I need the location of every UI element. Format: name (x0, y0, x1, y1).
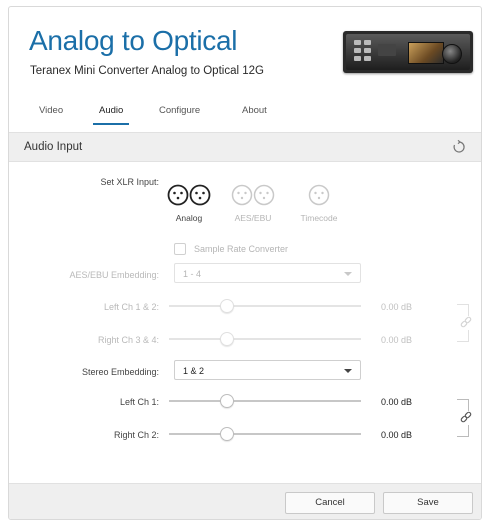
aes-left-channel-label: Left Ch 1 & 2: (103, 302, 159, 312)
save-button[interactable]: Save (383, 492, 473, 514)
single-xlr-icon (308, 184, 330, 206)
stereo-right-channel-value: 0.00 dB (381, 430, 413, 440)
stereo-left-channel-label: Left Ch 1: (119, 397, 159, 407)
slider-thumb[interactable] (219, 332, 234, 346)
sample-rate-converter-checkbox[interactable] (174, 243, 186, 255)
chevron-down-icon (344, 369, 352, 373)
aes-right-channel-slider[interactable] (169, 332, 361, 346)
xlr-input-label: Set XLR Input: (100, 177, 159, 187)
aes-left-channel-value: 0.00 dB (381, 302, 413, 312)
footer-bar: Cancel Save (9, 483, 481, 519)
xlr-option-label: Timecode (300, 213, 338, 223)
stereo-left-channel-slider[interactable] (169, 394, 361, 408)
page-title: Analog to Optical (29, 25, 238, 56)
tab-audio[interactable]: Audio (92, 105, 130, 127)
xlr-option-label: AES/EBU (234, 213, 272, 223)
xlr-option-analog[interactable]: Analog (159, 183, 219, 227)
slider-thumb[interactable] (219, 394, 234, 408)
chevron-down-icon (344, 272, 352, 276)
reset-icon[interactable] (451, 139, 467, 155)
slider-thumb[interactable] (219, 299, 234, 313)
section-title: Audio Input (24, 141, 83, 153)
device-name: Teranex Mini Converter Analog to Optical… (30, 65, 264, 77)
dual-xlr-icon (231, 184, 275, 206)
settings-window: Analog to Optical Teranex Mini Converter… (8, 6, 482, 520)
link-icon[interactable] (459, 316, 473, 330)
device-image (343, 31, 473, 73)
aes-left-channel-slider[interactable] (169, 299, 361, 313)
stereo-right-channel-label: Right Ch 2: (113, 430, 159, 440)
xlr-option-aes-ebu[interactable]: AES/EBU (223, 183, 283, 227)
tab-configure[interactable]: Configure (159, 105, 200, 127)
stereo-left-channel-value: 0.00 dB (381, 397, 413, 407)
xlr-option-label: Analog (175, 213, 203, 223)
aes-right-channel-value: 0.00 dB (381, 335, 413, 345)
aes-embedding-label: AES/EBU Embedding: (69, 270, 159, 280)
slider-track (169, 433, 361, 435)
cancel-button[interactable]: Cancel (285, 492, 375, 514)
aes-embedding-value: 1 - 4 (183, 269, 202, 279)
slider-track (169, 305, 361, 307)
stereo-embedding-label: Stereo Embedding: (81, 367, 159, 377)
aes-embedding-select[interactable]: 1 - 4 (174, 263, 361, 283)
stereo-embedding-select[interactable]: 1 & 2 (174, 360, 361, 380)
slider-thumb[interactable] (219, 427, 234, 441)
stereo-right-channel-slider[interactable] (169, 427, 361, 441)
section-header: Audio Input (9, 132, 481, 162)
xlr-option-timecode[interactable]: Timecode (289, 183, 349, 227)
slider-track (169, 400, 361, 402)
slider-track (169, 338, 361, 340)
dual-xlr-icon (167, 184, 211, 206)
aes-right-channel-label: Right Ch 3 & 4: (97, 335, 159, 345)
tab-bar: Video Audio Configure About (9, 105, 481, 127)
link-icon[interactable] (459, 411, 473, 425)
tab-video[interactable]: Video (39, 105, 63, 127)
sample-rate-converter-label: Sample Rate Converter (194, 244, 289, 254)
stereo-embedding-value: 1 & 2 (183, 366, 205, 376)
tab-about[interactable]: About (242, 105, 267, 127)
